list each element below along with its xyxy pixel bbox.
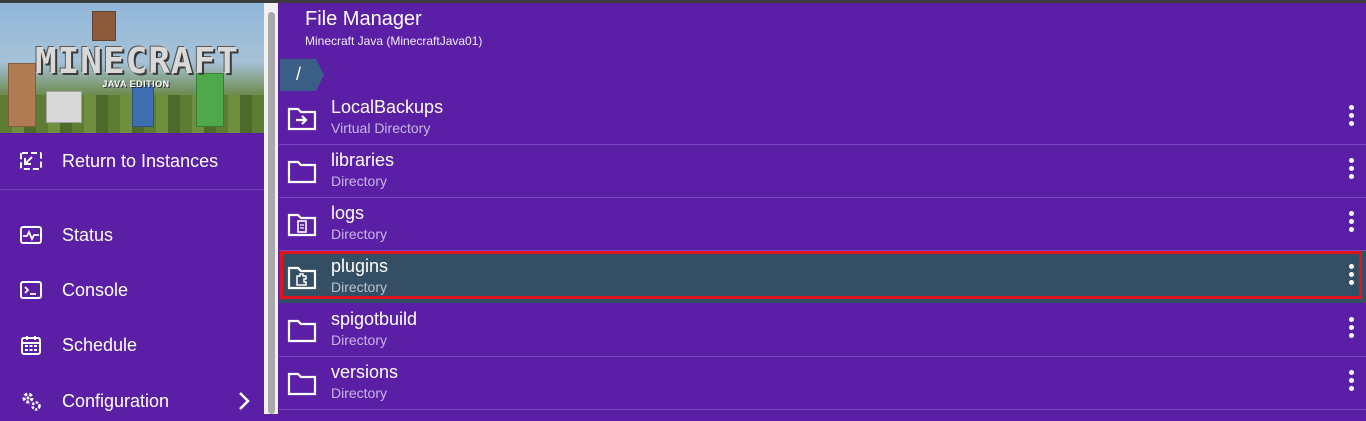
file-type: Directory: [331, 173, 388, 189]
chevron-right-icon: [236, 390, 252, 412]
breadcrumb-label: /: [296, 64, 302, 84]
minecraft-banner-image: MINECRAFT JAVA EDITION: [0, 3, 266, 133]
sidebar-item-status[interactable]: Status: [0, 215, 266, 255]
console-icon: [20, 279, 42, 301]
more-options-icon[interactable]: [1346, 105, 1356, 131]
logo-subtitle: JAVA EDITION: [102, 79, 170, 89]
more-options-icon[interactable]: [1346, 158, 1356, 184]
plugin-folder-icon: [287, 263, 317, 291]
instance-subtitle: Minecraft Java (MinecraftJava01): [305, 34, 483, 48]
sidebar-item-label: Configuration: [62, 390, 170, 411]
minecraft-logo: MINECRAFT: [34, 41, 240, 82]
sidebar-item-configuration[interactable]: Configuration: [0, 381, 266, 421]
calendar-icon: [20, 334, 42, 356]
gears-icon: [20, 390, 42, 412]
virtual-folder-icon: [287, 104, 317, 132]
file-name: libraries: [331, 150, 395, 170]
return-label: Return to Instances: [62, 150, 219, 171]
folder-icon: [287, 316, 317, 344]
return-to-instances-button[interactable]: Return to Instances: [0, 141, 266, 181]
file-row-spigotbuild[interactable]: spigotbuild Directory: [279, 304, 1366, 356]
file-name: LocalBackups: [331, 97, 444, 117]
more-options-icon[interactable]: [1346, 211, 1356, 237]
scrollbar-thumb[interactable]: [268, 12, 275, 414]
more-options-icon[interactable]: [1346, 370, 1356, 396]
sidebar-item-console[interactable]: Console: [0, 270, 266, 310]
sidebar-item-label: Schedule: [62, 334, 138, 355]
file-name: plugins: [331, 256, 389, 276]
page-title: File Manager: [305, 8, 422, 30]
file-name: versions: [331, 362, 399, 382]
sidebar-divider: [0, 189, 266, 190]
breadcrumb-root[interactable]: /: [280, 59, 324, 91]
file-type: Virtual Directory: [331, 120, 431, 136]
sidebar-item-schedule[interactable]: Schedule: [0, 325, 266, 365]
return-icon: [20, 150, 42, 172]
more-options-icon[interactable]: [1346, 317, 1356, 343]
file-type: Directory: [331, 332, 388, 348]
file-type: Directory: [331, 385, 388, 401]
folder-icon: [287, 369, 317, 397]
file-name: spigotbuild: [331, 309, 418, 329]
sidebar-item-label: Console: [62, 279, 129, 300]
file-row-logs[interactable]: logs Directory: [279, 198, 1366, 250]
sidebar: MINECRAFT JAVA EDITION Return to Instanc…: [0, 3, 266, 414]
sidebar-item-label: Status: [62, 224, 114, 245]
folder-icon: [287, 157, 317, 185]
file-name: logs: [331, 203, 365, 223]
file-row-localbackups[interactable]: LocalBackups Virtual Directory: [279, 92, 1366, 144]
file-row-versions[interactable]: versions Directory: [279, 357, 1366, 409]
logs-folder-icon: [287, 210, 317, 238]
file-row-libraries[interactable]: libraries Directory: [279, 145, 1366, 197]
status-icon: [20, 224, 42, 246]
file-type: Directory: [331, 226, 388, 242]
file-type: Directory: [331, 279, 388, 295]
more-options-icon[interactable]: [1346, 264, 1356, 290]
file-row-plugins[interactable]: plugins Directory: [279, 251, 1366, 303]
